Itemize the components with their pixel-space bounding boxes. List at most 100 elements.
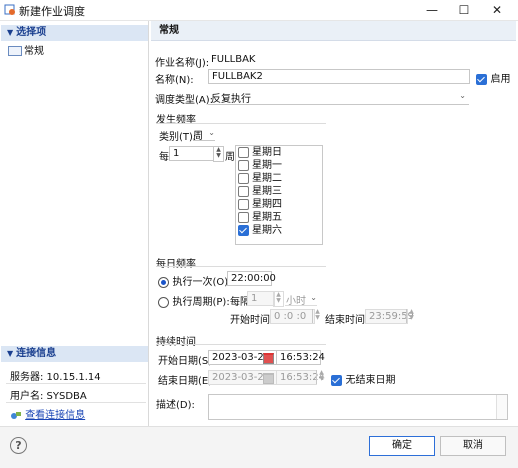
end-time-field-stepper[interactable]: ▲ ▼	[316, 370, 326, 384]
every-weeks-stepper[interactable]: ▲ ▼	[213, 146, 224, 162]
minimize-button[interactable]: —	[415, 0, 449, 20]
checkbox-icon	[238, 146, 249, 158]
divider	[6, 402, 146, 403]
category-label: 类别(T):	[159, 132, 197, 143]
category-value: 周	[193, 131, 203, 142]
weekday-list: 星期日 星期一 星期二 星期三 星期四 星期五 星期六	[235, 145, 323, 245]
close-button[interactable]: ✕	[480, 0, 514, 20]
user-info: 用户名: SYSDBA	[10, 391, 87, 402]
help-icon[interactable]: ?	[10, 437, 27, 454]
description-textarea[interactable]	[208, 394, 508, 420]
run-periodic-label: 执行周期(P):	[172, 297, 230, 308]
weekday-label: 星期三	[252, 186, 282, 197]
no-end-date-checkbox[interactable]: 无结束日期	[331, 371, 396, 386]
chevron-down-icon: ⌄	[459, 91, 466, 100]
weekday-sunday[interactable]: 星期日	[236, 146, 322, 159]
weekday-label: 星期二	[252, 173, 282, 184]
view-connection-label: 查看连接信息	[25, 410, 86, 421]
divider	[6, 383, 146, 384]
name-label: 名称(N):	[155, 75, 194, 86]
end-time-label: 结束时间:	[325, 315, 369, 326]
connection-section-header[interactable]: ▼ 连接信息	[1, 346, 148, 362]
interval-unit-value: 小时	[286, 296, 306, 307]
every-label: 每	[159, 152, 169, 163]
every-weeks-input[interactable]: 1	[169, 146, 214, 161]
sidebar-item-label: 常规	[24, 46, 44, 57]
interval-stepper[interactable]: ▲ ▼	[273, 291, 284, 307]
start-time-field[interactable]: 16:53:24	[276, 350, 325, 365]
weekday-label: 星期一	[252, 160, 282, 171]
sched-type-label: 调度类型(A):	[155, 95, 214, 106]
conn-header-label: 连接信息	[16, 348, 57, 359]
divider	[156, 344, 326, 345]
radio-icon	[158, 276, 169, 288]
checkbox-icon	[476, 73, 487, 85]
checkbox-icon	[238, 172, 249, 184]
run-periodic-radio[interactable]: 执行周期(P):	[158, 293, 230, 308]
daily-title: 每日频率	[156, 259, 196, 270]
weekday-label: 星期四	[252, 199, 282, 210]
end-time-field[interactable]: 16:53:24	[276, 370, 325, 385]
collapse-triangle-icon: ▼	[7, 28, 14, 37]
checkbox-icon	[238, 224, 249, 236]
connection-icon	[11, 411, 21, 419]
category-select[interactable]: 周 ⌄	[193, 126, 215, 142]
no-end-date-label: 无结束日期	[345, 375, 396, 386]
run-once-time-input[interactable]: 22:00:00	[227, 271, 276, 286]
weekday-label: 星期日	[252, 147, 282, 158]
checkbox-icon	[238, 211, 249, 223]
maximize-button[interactable]: ☐	[447, 0, 481, 20]
end-time-input[interactable]: 23:59:59	[365, 309, 414, 324]
start-time-stepper[interactable]: ▲ ▼	[312, 309, 322, 323]
weekday-label: 星期六	[252, 225, 282, 236]
start-date-input[interactable]: 2023-03-20	[208, 350, 277, 365]
grid-icon	[8, 46, 22, 56]
collapse-triangle-icon: ▼	[7, 349, 14, 358]
window-title: 新建作业调度	[19, 5, 85, 18]
job-name-value: FULLBAK	[211, 54, 256, 65]
sched-type-value: 反复执行	[211, 94, 251, 105]
run-once-radio[interactable]: 执行一次(O):	[158, 273, 232, 288]
checkbox-icon	[238, 159, 249, 171]
view-connection-link[interactable]: 查看连接信息	[10, 406, 85, 421]
name-input[interactable]: FULLBAK2	[208, 69, 470, 84]
weekday-friday[interactable]: 星期五	[236, 211, 322, 224]
week-unit-label: 周	[225, 152, 235, 163]
scrollbar[interactable]	[496, 395, 507, 419]
description-label: 描述(D):	[156, 400, 195, 411]
interval-unit-select[interactable]: 小时 ⌄	[285, 291, 317, 307]
checkbox-icon	[331, 374, 342, 386]
calendar-icon[interactable]	[263, 373, 274, 384]
interval-input[interactable]: 1	[247, 291, 275, 306]
page-title: 常规	[151, 21, 516, 41]
end-date-label: 结束日期(E):	[158, 376, 216, 387]
duration-title: 持续时间	[156, 337, 196, 348]
server-info: 服务器: 10.15.1.14	[10, 372, 101, 383]
ok-button[interactable]: 确定	[369, 436, 435, 456]
enable-label: 启用	[490, 74, 511, 85]
cancel-button[interactable]: 取消	[440, 436, 506, 456]
end-time-stepper[interactable]: ▲ ▼	[406, 309, 416, 323]
weekday-monday[interactable]: 星期一	[236, 159, 322, 172]
sched-type-select[interactable]: 反复执行 ⌄	[208, 89, 469, 105]
options-section-header[interactable]: ▼ 选择项	[1, 25, 148, 41]
checkbox-icon	[238, 185, 249, 197]
chevron-down-icon: ⌄	[208, 128, 215, 137]
start-time-input[interactable]: 0 :0 :0	[270, 309, 315, 324]
run-once-label: 执行一次(O):	[172, 277, 232, 288]
weekday-thursday[interactable]: 星期四	[236, 198, 322, 211]
sidebar-item-general[interactable]: 常规	[8, 42, 44, 57]
calendar-icon[interactable]	[263, 353, 274, 364]
sidebar	[1, 21, 149, 426]
end-date-value: 2023-03-20	[212, 372, 271, 383]
divider	[156, 266, 326, 267]
end-date-input[interactable]: 2023-03-20	[208, 370, 277, 385]
job-name-label: 作业名称(J):	[155, 58, 210, 69]
app-icon	[4, 4, 15, 15]
start-date-value: 2023-03-20	[212, 352, 271, 363]
weekday-wednesday[interactable]: 星期三	[236, 185, 322, 198]
divider	[156, 123, 326, 124]
weekday-saturday[interactable]: 星期六	[236, 224, 322, 237]
enable-checkbox[interactable]: 启用	[476, 70, 511, 85]
weekday-tuesday[interactable]: 星期二	[236, 172, 322, 185]
